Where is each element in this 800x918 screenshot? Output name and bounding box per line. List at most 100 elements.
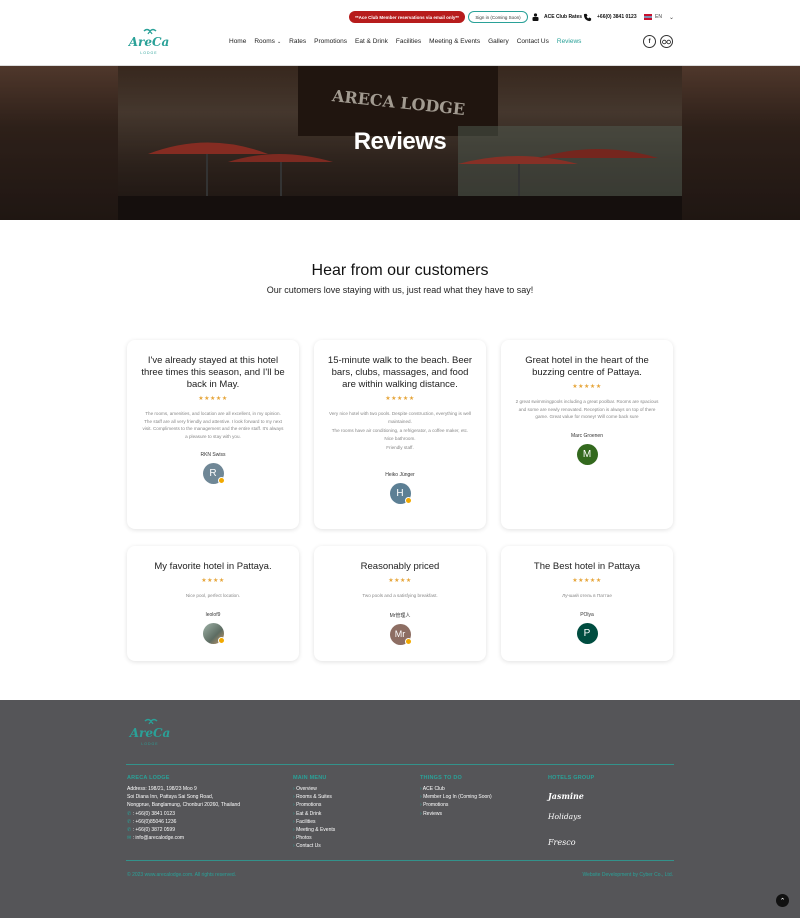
facebook-icon[interactable]: f bbox=[643, 35, 656, 48]
review-text: Лучший отель в Паттае bbox=[562, 593, 612, 598]
review-card: My favorite hotel in Pattaya. ★★★★ Nice … bbox=[127, 546, 299, 661]
footer-divider bbox=[126, 764, 674, 765]
address-line: Soi Diana Inn, Pattaya Sai Song Road, bbox=[127, 794, 214, 801]
review-card: The Best hotel in Pattaya ★★★★★ Лучший о… bbox=[501, 546, 673, 661]
footer-about-title: ARECA LODGE bbox=[127, 775, 170, 781]
phone-icon bbox=[583, 13, 592, 21]
footer-link[interactable]: Meeting & Events bbox=[293, 826, 335, 834]
review-text: The rooms, amenities, and location are a… bbox=[142, 411, 284, 439]
ace-club-rates-link[interactable]: ACE Club Rates bbox=[531, 12, 582, 22]
sign-in-button[interactable]: Sign in (Coming Soon) bbox=[468, 11, 528, 23]
review-author: Mr管理人 bbox=[389, 612, 411, 619]
tripadvisor-icon[interactable] bbox=[660, 35, 673, 48]
page: **Ace Club Member reservations via email… bbox=[0, 0, 800, 918]
nav-promotions[interactable]: Promotions bbox=[314, 38, 347, 45]
avatar: H bbox=[389, 482, 412, 504]
ace-club-rates-label: ACE Club Rates bbox=[544, 14, 583, 20]
page-title: Reviews bbox=[353, 128, 447, 155]
review-card: Reasonably priced ★★★★ Two pools and a s… bbox=[314, 546, 486, 661]
nav-reviews[interactable]: Reviews bbox=[557, 38, 582, 45]
review-body: Two pools and a satisfying breakfast. bbox=[314, 592, 486, 600]
avatar-initial: P bbox=[583, 627, 591, 639]
rating-stars: ★★★★★ bbox=[572, 578, 602, 584]
nav-rates[interactable]: Rates bbox=[289, 38, 306, 45]
review-author: leolof9 bbox=[205, 611, 221, 618]
developer-credit-link[interactable]: Website Development by Cyber Co., Ltd. bbox=[582, 872, 673, 878]
review-author: POlya bbox=[580, 611, 594, 618]
footer-link[interactable]: Reviews bbox=[420, 810, 492, 818]
nav-eat-drink[interactable]: Eat & Drink bbox=[355, 38, 388, 45]
footer-link[interactable]: ACE Club bbox=[420, 785, 492, 793]
back-to-top-button[interactable]: ⌃ bbox=[776, 894, 789, 907]
review-text: Two pools and a satisfying breakfast. bbox=[362, 593, 438, 598]
header-phone-number: +66(0) 3841 0123 bbox=[597, 14, 637, 20]
review-author: Heiko Jünger bbox=[385, 471, 415, 478]
review-body: Nice pool, perfect location. bbox=[127, 592, 299, 600]
ace-club-promo-button[interactable]: **Ace Club Member reservations via email… bbox=[349, 11, 465, 23]
address-line: Address: 198/21, 198/23 Moo 9 bbox=[127, 786, 197, 792]
review-card: 15-minute walk to the beach. Beer bars, … bbox=[314, 340, 486, 529]
site-header: **Ace Club Member reservations via email… bbox=[0, 0, 800, 66]
review-text: Nice pool, perfect location. bbox=[185, 593, 241, 598]
avatar-initial: M bbox=[582, 448, 592, 460]
review-body: Лучший отель в Паттае bbox=[501, 592, 673, 600]
review-title: Great hotel in the heart of the buzzing … bbox=[525, 355, 649, 378]
footer-address: Address: 198/21, 198/23 Moo 9 Soi Diana … bbox=[127, 785, 240, 842]
footer-link[interactable]: Member Log In (Coming Soon) bbox=[420, 793, 492, 801]
section-subtitle: Our cutomers love staying with us, just … bbox=[266, 285, 534, 295]
footer-group-title: HOTELS GROUP bbox=[548, 775, 595, 781]
footer-link[interactable]: Facilities bbox=[293, 818, 335, 826]
copyright-text: © 2023 www.arecalodge.com. All rights re… bbox=[127, 872, 237, 878]
rating-stars: ★★★★ bbox=[388, 578, 412, 584]
review-body: Very nice hotel with two pools. Despite … bbox=[314, 410, 486, 452]
nav-meeting-events[interactable]: Meeting & Events bbox=[429, 38, 480, 45]
nav-home[interactable]: Home bbox=[229, 38, 246, 45]
footer-link[interactable]: Eat & Drink bbox=[293, 810, 335, 818]
footer-link[interactable]: Contact Us bbox=[293, 842, 335, 850]
logo-subtext: LODGE bbox=[140, 51, 157, 55]
rating-stars: ★★★★★ bbox=[572, 384, 602, 390]
review-title: I've already stayed at this hotel three … bbox=[141, 355, 285, 390]
brand-fresco-logo[interactable]: Fresco bbox=[548, 838, 576, 847]
review-body: The rooms, amenities, and location are a… bbox=[127, 410, 299, 440]
footer-link[interactable]: Photos bbox=[293, 834, 335, 842]
avatar: M bbox=[576, 443, 598, 465]
brand-jasmine-logo[interactable]: Jasmine bbox=[548, 791, 584, 801]
rating-stars: ★★★★★ bbox=[385, 396, 415, 402]
footer-link[interactable]: Overview bbox=[293, 785, 335, 793]
brand-holidays-logo[interactable]: Holidays bbox=[548, 812, 581, 821]
footer-logo[interactable]: AreCa LODGE bbox=[128, 718, 172, 748]
nav-facilities[interactable]: Facilities bbox=[396, 38, 421, 45]
areca-logo[interactable]: AreCa LODGE bbox=[128, 28, 170, 56]
header-phone[interactable]: +66(0) 3841 0123 bbox=[583, 12, 637, 22]
review-title: 15-minute walk to the beach. Beer bars, … bbox=[327, 355, 473, 390]
review-author: Marc Groenen bbox=[571, 432, 603, 439]
nav-rooms-label: Rooms bbox=[254, 38, 275, 45]
rating-stars: ★★★★★ bbox=[198, 396, 228, 402]
avatar bbox=[202, 622, 225, 644]
review-title: Reasonably priced bbox=[360, 561, 440, 572]
nav-gallery[interactable]: Gallery bbox=[488, 38, 509, 45]
footer-logo-wordmark: AreCa bbox=[129, 726, 171, 740]
footer-phone-1[interactable]: ✆ : +66(0) 3841 0123 bbox=[127, 810, 240, 818]
footer-link[interactable]: Promotions bbox=[293, 801, 335, 809]
nav-rooms[interactable]: Rooms ⌄ bbox=[254, 38, 281, 45]
review-text: Friendly staff. bbox=[386, 445, 414, 450]
logo-wordmark: AreCa bbox=[128, 35, 169, 49]
phone-text: : +66(0)85046 1236 bbox=[132, 818, 177, 825]
footer-link[interactable]: Rooms & Suites bbox=[293, 793, 335, 801]
footer-email[interactable]: ✉ : info@arecalodge.com bbox=[127, 834, 240, 842]
nav-contact-us[interactable]: Contact Us bbox=[517, 38, 549, 45]
avatar: R bbox=[202, 463, 225, 484]
footer-todo-title: THINGS TO DO bbox=[420, 775, 463, 781]
language-code: EN bbox=[655, 14, 662, 20]
chevron-down-icon: ⌄ bbox=[276, 38, 282, 45]
footer-menu-title: MAIN MENU bbox=[293, 775, 327, 781]
footer-todo: ACE Club Member Log In (Coming Soon) Pro… bbox=[420, 785, 492, 818]
footer-menu: Overview Rooms & Suites Promotions Eat &… bbox=[293, 785, 335, 851]
footer-phone-2[interactable]: ✆ : +66(0)85046 1236 bbox=[127, 818, 240, 826]
footer-link[interactable]: Promotions bbox=[420, 801, 492, 809]
footer-phone-3[interactable]: ✆ : +66(0) 3872 0599 bbox=[127, 826, 240, 834]
google-badge-icon bbox=[404, 496, 412, 504]
language-selector[interactable]: EN ⌄ bbox=[644, 12, 674, 22]
